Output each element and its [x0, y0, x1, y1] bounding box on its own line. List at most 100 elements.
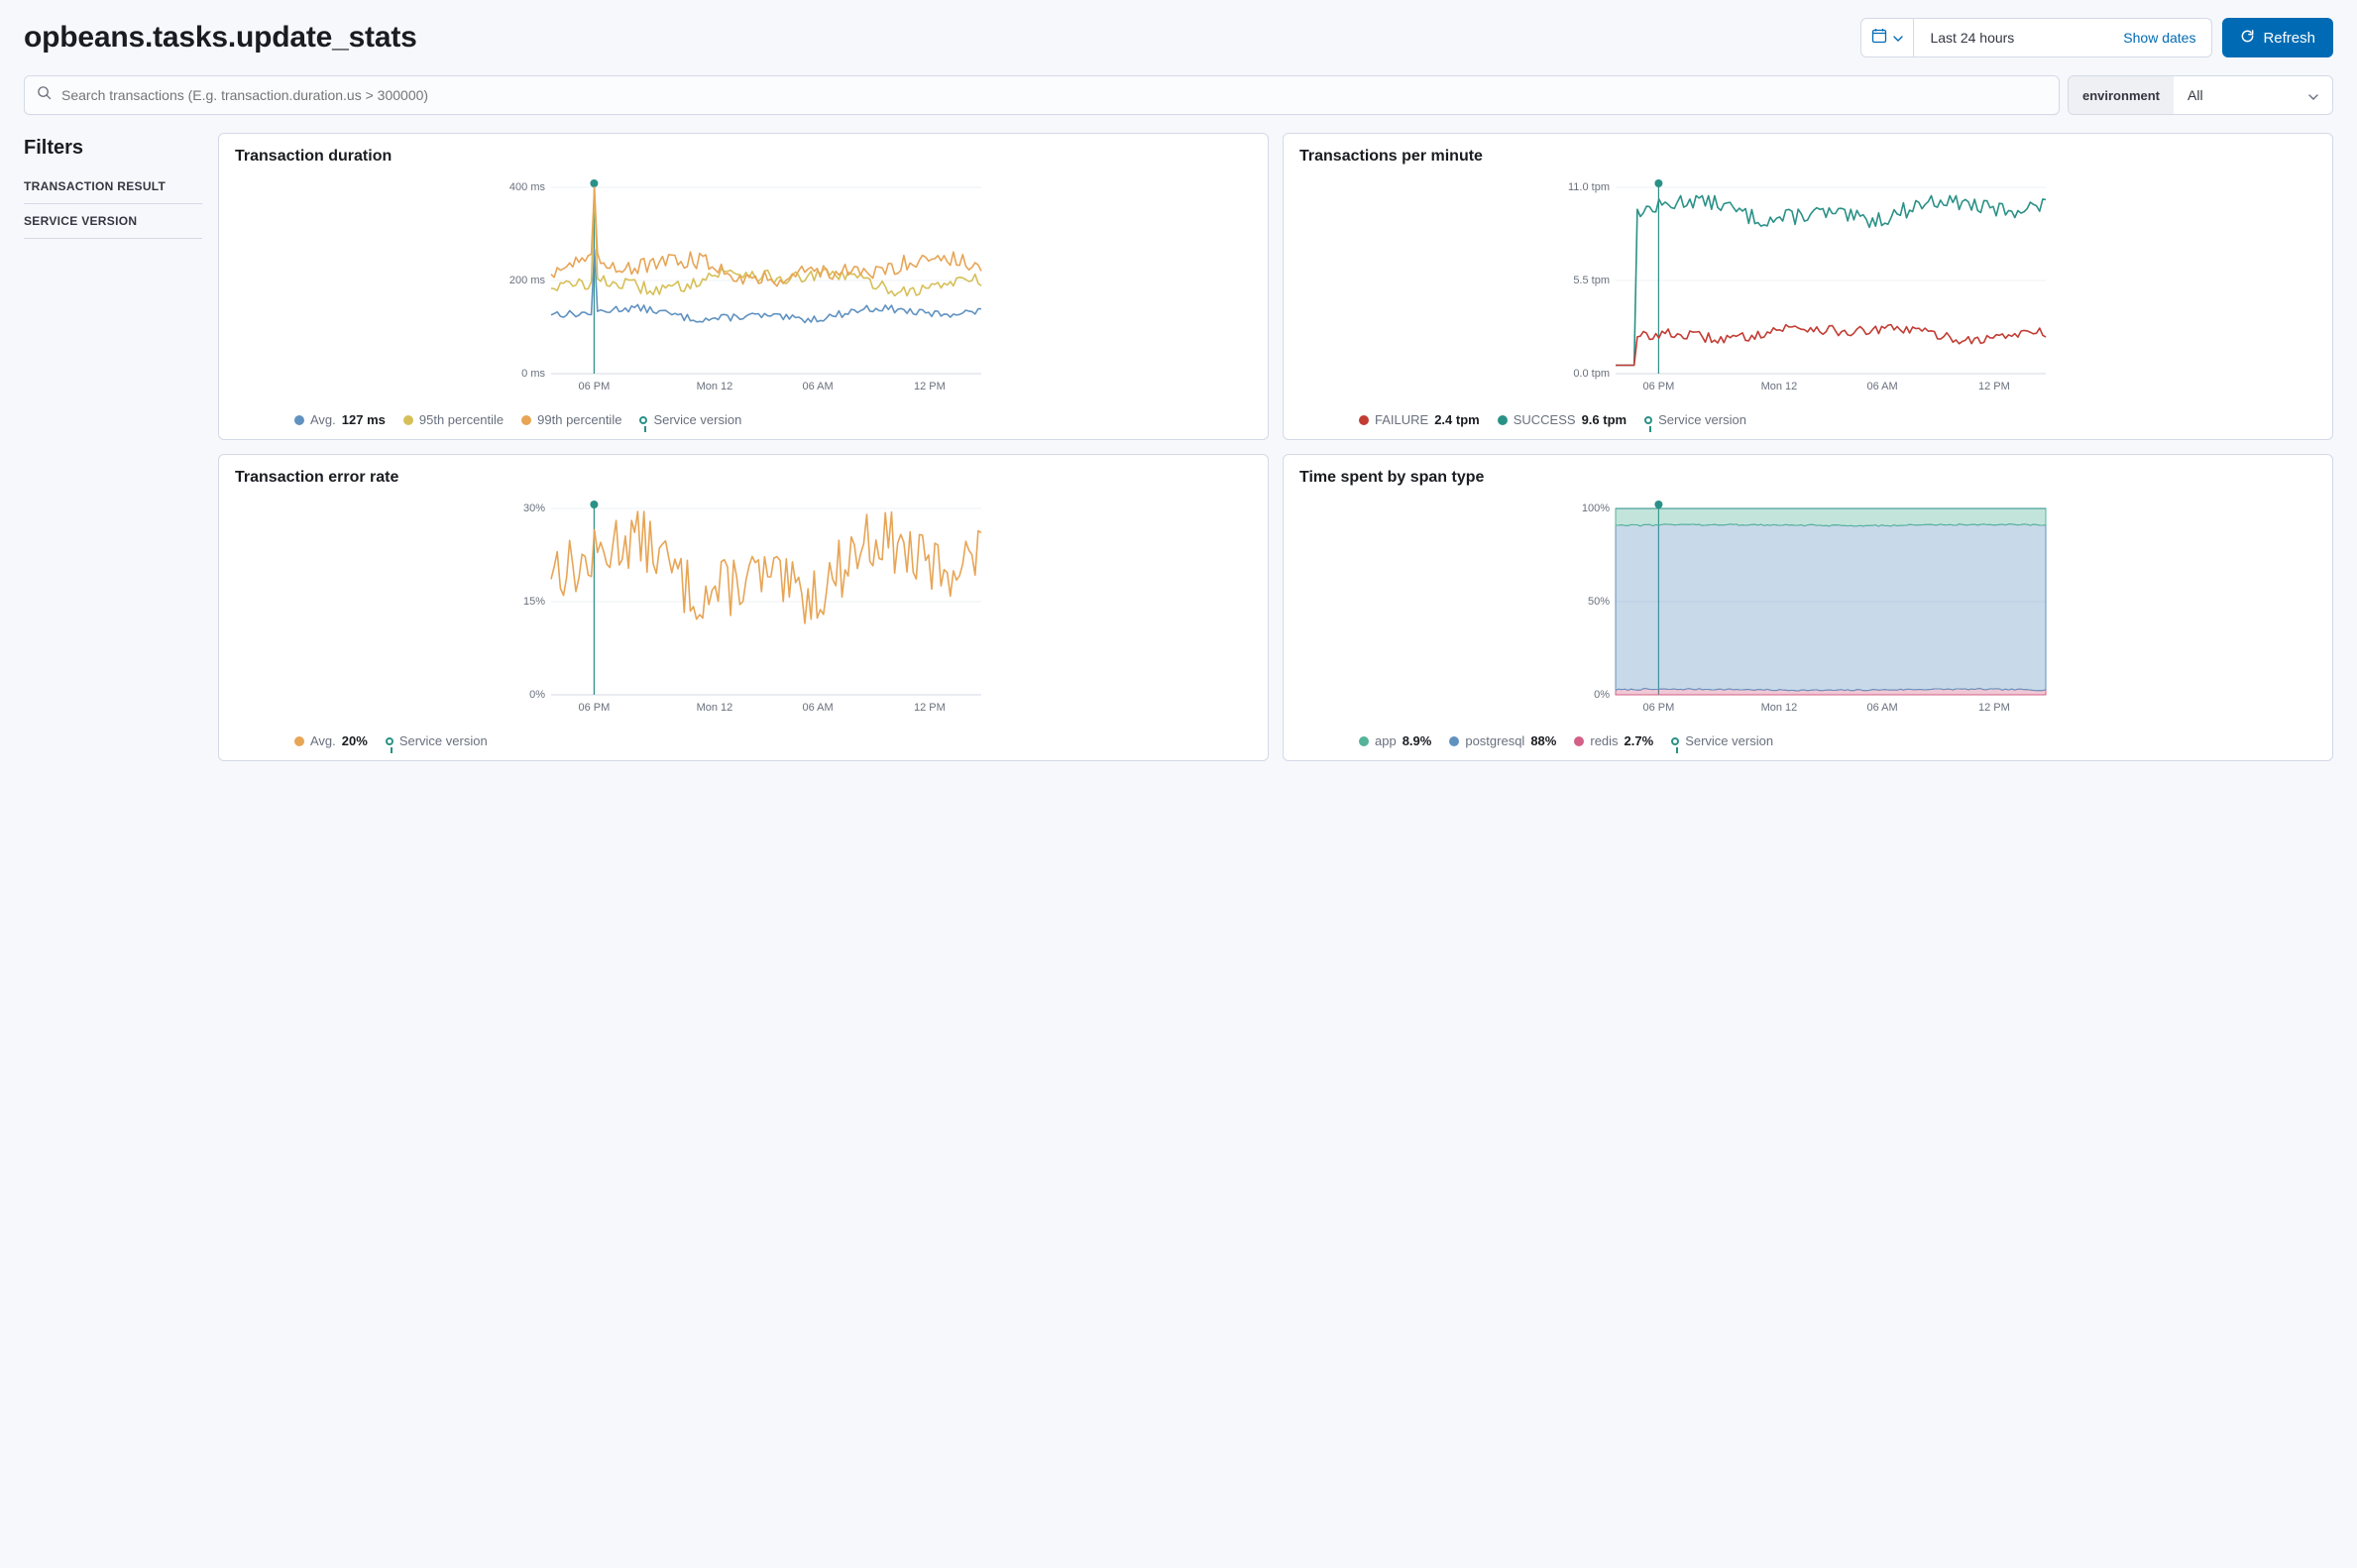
environment-select-value: All: [2188, 87, 2203, 103]
environment-select-label: environment: [2069, 76, 2174, 114]
svg-text:Mon 12: Mon 12: [697, 381, 733, 392]
legend-item-p99[interactable]: 99th percentile: [521, 412, 621, 427]
legend: Avg. 20% Service version: [235, 733, 1252, 748]
calendar-icon: [1871, 28, 1887, 49]
svg-text:06 AM: 06 AM: [1866, 702, 1897, 714]
refresh-button-label: Refresh: [2263, 30, 2315, 47]
svg-text:06 AM: 06 AM: [802, 702, 833, 714]
legend-label: Service version: [399, 733, 488, 748]
show-dates-link[interactable]: Show dates: [2123, 30, 2195, 46]
legend-value: 20%: [342, 733, 368, 748]
date-quick-select[interactable]: [1861, 19, 1914, 56]
refresh-button[interactable]: Refresh: [2222, 18, 2333, 57]
legend-label: Service version: [1685, 733, 1773, 748]
svg-text:12 PM: 12 PM: [914, 381, 946, 392]
legend: Avg. 127 ms 95th percentile 99th percentil…: [235, 412, 1252, 427]
filter-transaction-result[interactable]: TRANSACTION RESULT: [24, 169, 202, 204]
svg-text:06 PM: 06 PM: [1643, 702, 1675, 714]
svg-text:400 ms: 400 ms: [509, 181, 546, 193]
date-range-label: Last 24 hours: [1930, 30, 2014, 46]
legend-item-svcv[interactable]: Service version: [386, 733, 488, 748]
page-title: opbeans.tasks.update_stats: [24, 21, 417, 55]
svg-text:5.5 tpm: 5.5 tpm: [1573, 275, 1610, 286]
legend-item-success[interactable]: SUCCESS 9.6 tpm: [1498, 412, 1627, 427]
legend-swatch: [1359, 415, 1369, 425]
chart-span-type[interactable]: 100%50%0%06 PMMon 1206 AM12 PM: [1299, 493, 2316, 726]
svg-text:Mon 12: Mon 12: [697, 702, 733, 714]
legend-item-avg[interactable]: Avg. 127 ms: [294, 412, 386, 427]
svg-text:06 PM: 06 PM: [1643, 381, 1675, 392]
legend-label: Avg.: [310, 733, 336, 748]
search-input-wrap[interactable]: [24, 75, 2060, 115]
legend-item-svcv[interactable]: Service version: [1671, 733, 1773, 748]
legend-value: 9.6 tpm: [1582, 412, 1627, 427]
legend-label: FAILURE: [1375, 412, 1428, 427]
legend-item-svcv[interactable]: Service version: [639, 412, 741, 427]
legend-value: 88%: [1530, 733, 1556, 748]
legend-swatch: [1359, 736, 1369, 746]
legend-item-p95[interactable]: 95th percentile: [403, 412, 504, 427]
search-input[interactable]: [59, 86, 2047, 104]
legend-swatch: [294, 415, 304, 425]
svg-text:Mon 12: Mon 12: [1761, 702, 1798, 714]
svg-text:Mon 12: Mon 12: [1761, 381, 1798, 392]
legend-item-svcv[interactable]: Service version: [1644, 412, 1746, 427]
search-icon: [37, 85, 52, 105]
environment-select[interactable]: environment All: [2068, 75, 2333, 115]
service-version-icon: [639, 416, 647, 424]
service-version-icon: [1644, 416, 1652, 424]
svg-text:100%: 100%: [1582, 503, 1610, 514]
legend-swatch: [521, 415, 531, 425]
panel-transaction-duration: Transaction duration 400 ms200 ms0 ms06 …: [218, 133, 1269, 440]
date-range-picker[interactable]: Last 24 hours Show dates: [1860, 18, 2212, 57]
filters-heading: Filters: [24, 137, 202, 160]
legend-item-app[interactable]: app 8.9%: [1359, 733, 1431, 748]
legend-swatch: [403, 415, 413, 425]
panel-title: Time spent by span type: [1299, 469, 2316, 487]
svg-text:15%: 15%: [523, 596, 545, 608]
legend-value: 2.4 tpm: [1434, 412, 1480, 427]
legend-item-avg[interactable]: Avg. 20%: [294, 733, 368, 748]
legend-swatch: [294, 736, 304, 746]
legend: FAILURE 2.4 tpm SUCCESS 9.6 tpm Service ve…: [1299, 412, 2316, 427]
chevron-down-icon: [1893, 29, 1903, 47]
svg-text:0.0 tpm: 0.0 tpm: [1573, 368, 1610, 380]
svg-text:12 PM: 12 PM: [914, 702, 946, 714]
filters-panel: Filters TRANSACTION RESULT SERVICE VERSI…: [24, 133, 202, 761]
svg-text:0%: 0%: [529, 689, 545, 701]
svg-text:11.0 tpm: 11.0 tpm: [1568, 181, 1610, 193]
svg-text:12 PM: 12 PM: [1978, 381, 2010, 392]
legend: app 8.9% postgresql 88% redis 2.7% Service …: [1299, 733, 2316, 748]
legend-item-failure[interactable]: FAILURE 2.4 tpm: [1359, 412, 1480, 427]
legend-item-postgresql[interactable]: postgresql 88%: [1449, 733, 1556, 748]
legend-label: postgresql: [1465, 733, 1524, 748]
panel-title: Transaction error rate: [235, 469, 1252, 487]
service-version-icon: [386, 737, 393, 745]
legend-item-redis[interactable]: redis 2.7%: [1574, 733, 1653, 748]
legend-label: 99th percentile: [537, 412, 621, 427]
svg-text:06 PM: 06 PM: [579, 702, 611, 714]
chevron-down-icon: [2308, 87, 2318, 103]
chart-transaction-duration[interactable]: 400 ms 200 ms 0 ms 06 PM Mon 12 06 AM 12 PM: [235, 171, 1252, 404]
legend-label: Service version: [1658, 412, 1746, 427]
svg-text:0 ms: 0 ms: [521, 368, 545, 380]
svg-text:06 AM: 06 AM: [802, 381, 833, 392]
panel-span-type: Time spent by span type 100%50%0%06 PMMo…: [1283, 454, 2333, 761]
legend-swatch: [1449, 736, 1459, 746]
svg-text:200 ms: 200 ms: [509, 275, 546, 286]
legend-value: 8.9%: [1403, 733, 1432, 748]
chart-tpm[interactable]: 11.0 tpm5.5 tpm0.0 tpm06 PMMon 1206 AM12…: [1299, 171, 2316, 404]
panel-error-rate: Transaction error rate 30% 15% 0% 06 PM Mon …: [218, 454, 1269, 761]
legend-value: 2.7%: [1625, 733, 1654, 748]
panel-tpm: Transactions per minute 11.0 tpm 5.5 tpm 0…: [1283, 133, 2333, 440]
legend-value: 127 ms: [342, 412, 386, 427]
svg-text:30%: 30%: [523, 503, 545, 514]
filter-service-version[interactable]: SERVICE VERSION: [24, 204, 202, 239]
chart-error-rate[interactable]: 30% 15% 0% 06 PM Mon 12 06 AM 12 PM: [235, 493, 1252, 726]
svg-text:50%: 50%: [1588, 596, 1610, 608]
svg-text:12 PM: 12 PM: [1978, 702, 2010, 714]
legend-label: SUCCESS: [1514, 412, 1576, 427]
svg-text:06 PM: 06 PM: [579, 381, 611, 392]
panel-title: Transactions per minute: [1299, 148, 2316, 166]
legend-label: 95th percentile: [419, 412, 504, 427]
